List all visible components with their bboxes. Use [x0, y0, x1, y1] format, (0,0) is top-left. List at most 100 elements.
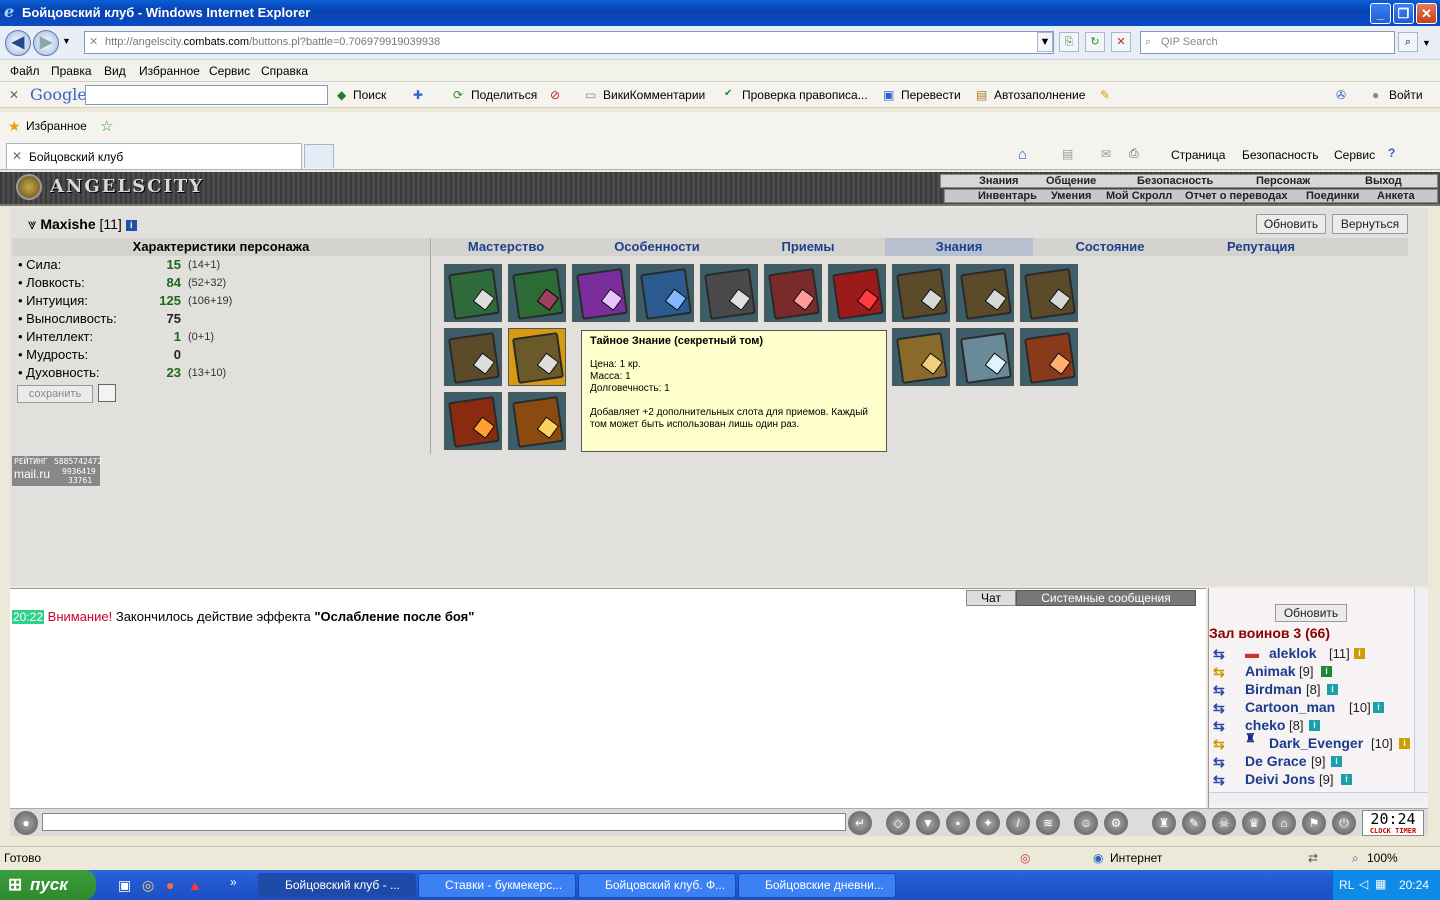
tome-item[interactable]	[636, 264, 694, 322]
maximize-button[interactable]: ❐	[1393, 3, 1414, 24]
wiki-comments-button[interactable]: ВикиКомментарии	[603, 88, 705, 102]
tome-item[interactable]	[892, 264, 950, 322]
nav-inventory[interactable]: Инвентарь	[978, 190, 1037, 202]
scroll-icon[interactable]: ✎	[1182, 811, 1206, 835]
stop-icon[interactable]: ✕	[1111, 32, 1131, 52]
help-icon[interactable]: ?	[1388, 146, 1395, 160]
char-name-text[interactable]: Maxishe	[40, 216, 95, 232]
tome-item-selected[interactable]	[508, 328, 566, 386]
tab-system-messages[interactable]: Системные сообщения	[1016, 590, 1196, 606]
speed-icon[interactable]: ≋	[1036, 811, 1060, 835]
exit-icon[interactable]: ⏻	[1332, 811, 1356, 835]
fight-icon[interactable]: ⇆	[1213, 736, 1235, 752]
user-name[interactable]: Cartoon_man	[1245, 699, 1335, 715]
language-indicator[interactable]: RL	[1339, 878, 1354, 892]
user-name[interactable]: aleklok	[1269, 645, 1316, 661]
user-name[interactable]: Birdman	[1245, 681, 1302, 697]
zoom-level[interactable]: 100%	[1367, 851, 1398, 865]
nav-security[interactable]: Безопасность	[1137, 175, 1213, 187]
network-icon[interactable]: ▦	[1375, 877, 1386, 891]
taskbar-item[interactable]: Бойцовский клуб - ...	[258, 873, 416, 898]
rss-icon[interactable]: ▤	[1062, 147, 1073, 161]
quicklaunch-icon[interactable]: ▲	[188, 877, 202, 893]
fight-icon[interactable]: ⇆	[1213, 682, 1235, 698]
taskbar-item[interactable]: Бойцовские дневни...	[738, 873, 896, 898]
tome-item[interactable]	[892, 328, 950, 386]
close-toolbar-icon[interactable]: ✕	[9, 88, 19, 102]
house-icon[interactable]: ⌂	[1272, 811, 1296, 835]
menu-file[interactable]: Файл	[10, 64, 40, 78]
horizontal-scrollbar[interactable]	[1209, 792, 1428, 806]
fight-icon[interactable]: ⇆	[1213, 754, 1235, 770]
taskbar-item[interactable]: Ставки - букмекерс...	[418, 873, 576, 898]
menu-view[interactable]: Вид	[104, 64, 126, 78]
tome-item[interactable]	[508, 392, 566, 450]
eraser-icon[interactable]: ◇	[886, 811, 910, 835]
nav-skills[interactable]: Умения	[1051, 190, 1091, 202]
info-icon[interactable]: i	[1327, 684, 1338, 695]
nav-profile[interactable]: Анкета	[1377, 190, 1415, 202]
return-button[interactable]: Вернуться	[1332, 214, 1408, 234]
user-row[interactable]: ⇆ ▬ aleklok [11] i	[1209, 645, 1419, 663]
tab-state[interactable]: Состояние	[1036, 238, 1184, 256]
new-tab-button[interactable]	[304, 144, 334, 168]
menu-favorites[interactable]: Избранное	[139, 64, 200, 78]
info-icon[interactable]: i	[1331, 756, 1342, 767]
send-icon[interactable]: ↵	[848, 811, 872, 835]
nav-exit[interactable]: Выход	[1365, 175, 1402, 187]
user-row[interactable]: ⇆ cheko [8] i	[1209, 717, 1419, 735]
safety-menu[interactable]: Безопасность	[1242, 148, 1319, 162]
nav-knowledge[interactable]: Знания	[979, 175, 1018, 187]
tab-techniques[interactable]: Приемы	[734, 238, 882, 256]
quicklaunch-icon[interactable]: ▣	[118, 877, 131, 894]
tab-active[interactable]: ✕ Бойцовский клуб	[6, 143, 302, 169]
page-menu[interactable]: Страница	[1171, 148, 1225, 162]
refresh-button[interactable]: Обновить	[1256, 214, 1326, 234]
user-row[interactable]: ⇆ Cartoon_man [10] i	[1209, 699, 1419, 717]
settings-icon[interactable]: ⚙	[1104, 811, 1128, 835]
filter-icon[interactable]: ▼	[916, 811, 940, 835]
rating-counter[interactable]: РЕЙТИНГ 5885742472 mail.ru 9936419 33761	[12, 456, 102, 486]
tome-item[interactable]	[444, 328, 502, 386]
search-go-icon[interactable]: ⌕	[1398, 32, 1418, 52]
fight-icon[interactable]: ⇆	[1213, 700, 1235, 716]
character-icon[interactable]: ♛	[1242, 811, 1266, 835]
smiley-icon[interactable]: ☺	[1074, 811, 1098, 835]
flag-icon[interactable]: ⚑	[1302, 811, 1326, 835]
google-search-input[interactable]	[85, 85, 328, 105]
start-button[interactable]: ⊞ пуск	[0, 870, 96, 900]
user-row[interactable]: ⇆ Animak [9] i	[1209, 663, 1419, 681]
room-refresh-button[interactable]: Обновить	[1275, 604, 1347, 622]
wrench-icon[interactable]: ✇	[1336, 88, 1346, 102]
search-input[interactable]: ⌕ QIP Search	[1140, 31, 1395, 54]
nav-transfers-report[interactable]: Отчет о переводах	[1185, 190, 1288, 202]
person-icon[interactable]: ✦	[976, 811, 1000, 835]
spellcheck-button[interactable]: Проверка правописа...	[742, 88, 868, 102]
info-icon[interactable]: i	[1341, 774, 1352, 785]
tome-item[interactable]	[828, 264, 886, 322]
chat-input[interactable]	[42, 813, 846, 831]
tome-item[interactable]	[572, 264, 630, 322]
privacy-icon[interactable]: ◎	[1020, 851, 1030, 865]
tome-item[interactable]	[956, 264, 1014, 322]
highlight-icon[interactable]: ✎	[1100, 88, 1110, 102]
autofill-button[interactable]: Автозаполнение	[994, 88, 1085, 102]
translit-icon[interactable]: /	[1006, 811, 1030, 835]
address-input[interactable]: ✕ http://angelscity.combats.com/buttons.…	[84, 31, 1054, 54]
history-dropdown-icon[interactable]: ▼	[62, 36, 71, 46]
tome-item[interactable]	[700, 264, 758, 322]
minimize-button[interactable]: _	[1370, 3, 1391, 24]
nav-character[interactable]: Персонаж	[1256, 175, 1310, 187]
fight-icon[interactable]: ⇆	[1213, 718, 1235, 734]
menu-edit[interactable]: Правка	[51, 64, 92, 78]
skull-icon[interactable]: ☠	[1212, 811, 1236, 835]
refresh-icon[interactable]: ↻	[1085, 32, 1105, 52]
more-icon[interactable]: »	[230, 875, 237, 889]
bag-icon[interactable]: ♜	[1152, 811, 1176, 835]
mail-icon[interactable]: ✉	[1101, 147, 1111, 161]
save-button[interactable]: сохранить	[17, 385, 93, 403]
popup-blocker-icon[interactable]: ⊘	[550, 88, 560, 102]
tome-item[interactable]	[764, 264, 822, 322]
nav-duels[interactable]: Поединки	[1306, 190, 1359, 202]
user-row[interactable]: ⇆ Deivi Jons [9] i	[1209, 771, 1419, 789]
